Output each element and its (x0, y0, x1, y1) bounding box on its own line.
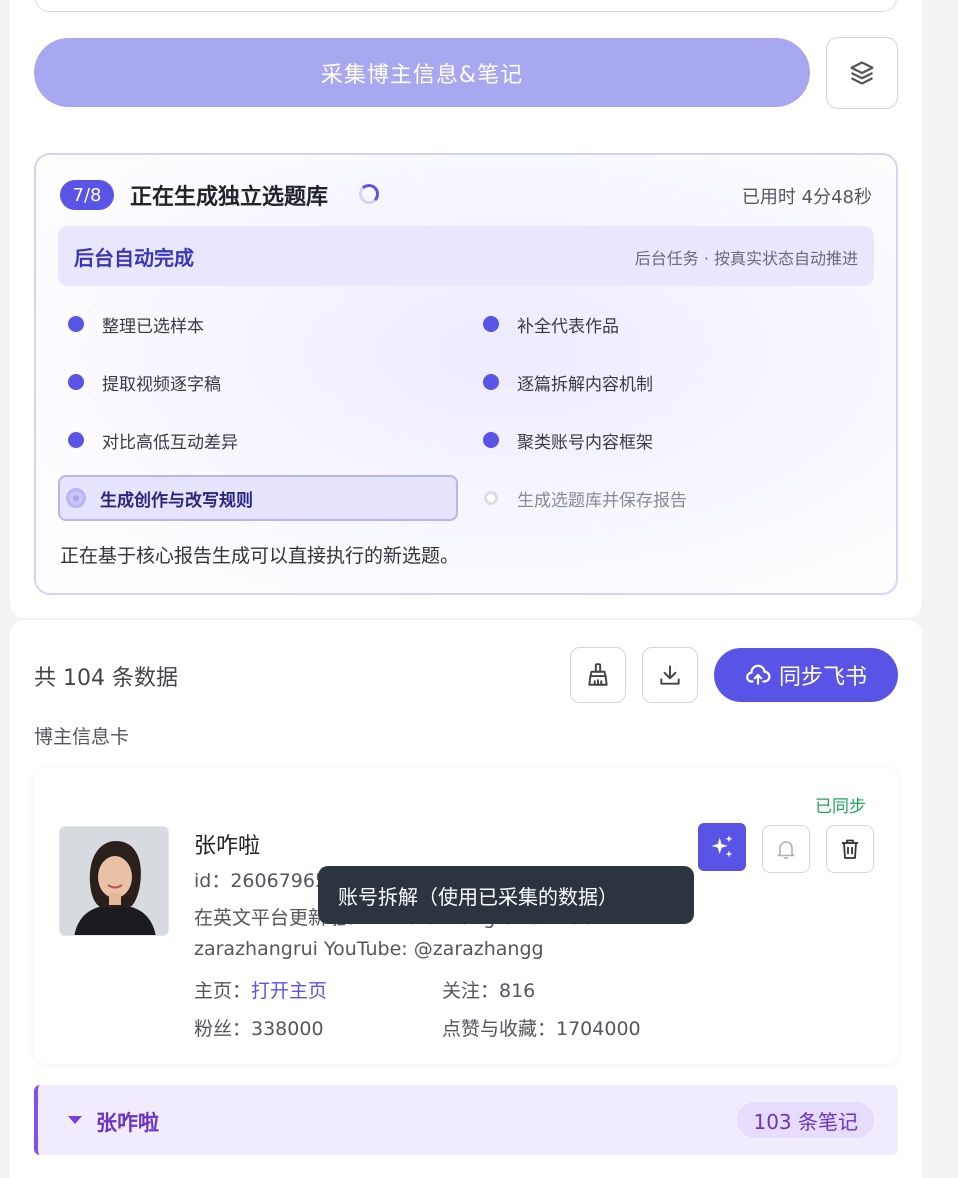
step-item: 逐篇拆解内容机制 (475, 359, 653, 405)
step-item: 对比高低互动差异 (60, 417, 238, 463)
notify-button[interactable] (762, 825, 810, 873)
step-label: 聚类账号内容框架 (517, 432, 653, 453)
download-icon (660, 665, 680, 685)
progress-description: 正在基于核心报告生成可以直接执行的新选题。 (60, 545, 460, 567)
cloud-upload-icon (746, 664, 771, 685)
layers-button[interactable] (826, 37, 898, 109)
section-label: 博主信息卡 (34, 726, 130, 748)
group-name: 张咋啦 (96, 1111, 159, 1135)
step-label: 提取视频逐字稿 (102, 374, 221, 395)
bell-icon (777, 841, 795, 859)
analyze-account-button[interactable] (698, 823, 746, 871)
step-badge: 7/8 (60, 180, 114, 210)
background-task-banner: 后台自动完成 后台任务 · 按真实状态自动推进 (58, 226, 874, 286)
step-label: 逐篇拆解内容机制 (517, 374, 653, 395)
homepage-label: 主页： (194, 980, 252, 1002)
step-label: 补全代表作品 (517, 316, 619, 337)
step-done-icon (483, 316, 499, 332)
progress-title: 正在生成独立选题库 (130, 185, 329, 210)
step-item-pending: 生成选题库并保存报告 (475, 475, 687, 521)
brush-icon (588, 663, 608, 686)
layers-icon (850, 61, 874, 85)
collect-button[interactable]: 采集博主信息&笔记 (34, 38, 810, 107)
loading-spinner-icon (359, 184, 379, 204)
notes-count-badge: 103 条笔记 (737, 1102, 874, 1138)
step-label: 对比高低互动差异 (102, 432, 238, 453)
elapsed-time: 已用时 4分48秒 (741, 187, 872, 208)
fans-count: 粉丝：338000 (194, 1018, 324, 1040)
following-count: 关注：816 (442, 980, 536, 1002)
note-group-header[interactable]: 张咋啦 103 条笔记 (34, 1085, 898, 1155)
step-item: 聚类账号内容框架 (475, 417, 653, 463)
sync-status-badge: 已同步 (815, 797, 866, 817)
progress-card: 7/8 正在生成独立选题库 已用时 4分48秒 后台自动完成 后台任务 · 按真… (34, 153, 898, 595)
banner-title: 后台自动完成 (74, 246, 194, 270)
step-item-active: 生成创作与改写规则 (58, 475, 458, 521)
data-count: 共 104 条数据 (34, 666, 178, 691)
homepage-row: 主页：打开主页 (194, 976, 327, 1003)
sparkles-icon (711, 835, 733, 858)
step-active-icon (66, 488, 86, 508)
banner-note: 后台任务 · 按真实状态自动推进 (634, 249, 858, 268)
download-button[interactable] (642, 647, 698, 703)
step-item: 补全代表作品 (475, 301, 619, 347)
step-pending-icon (484, 491, 498, 505)
step-label: 生成创作与改写规则 (100, 490, 253, 511)
step-done-icon (483, 374, 499, 390)
step-item: 整理已选样本 (60, 301, 204, 347)
step-label: 整理已选样本 (102, 316, 204, 337)
caret-down-icon (68, 1116, 82, 1124)
clear-button[interactable] (570, 647, 626, 703)
previous-input-field[interactable] (35, 0, 897, 12)
step-done-icon (68, 432, 84, 448)
step-done-icon (68, 316, 84, 332)
sync-label: 同步飞书 (778, 665, 867, 690)
trash-icon (842, 839, 858, 859)
delete-button[interactable] (826, 825, 874, 873)
sync-feishu-button[interactable]: 同步飞书 (714, 648, 898, 702)
avatar (59, 826, 169, 936)
profile-name: 张咋啦 (194, 834, 261, 859)
step-done-icon (483, 432, 499, 448)
step-item: 提取视频逐字稿 (60, 359, 221, 405)
open-homepage-link[interactable]: 打开主页 (251, 980, 327, 1002)
step-done-icon (68, 374, 84, 390)
step-label: 生成选题库并保存报告 (517, 490, 687, 511)
tooltip: 账号拆解（使用已采集的数据） (318, 866, 694, 924)
likes-count: 点赞与收藏：1704000 (442, 1018, 641, 1040)
